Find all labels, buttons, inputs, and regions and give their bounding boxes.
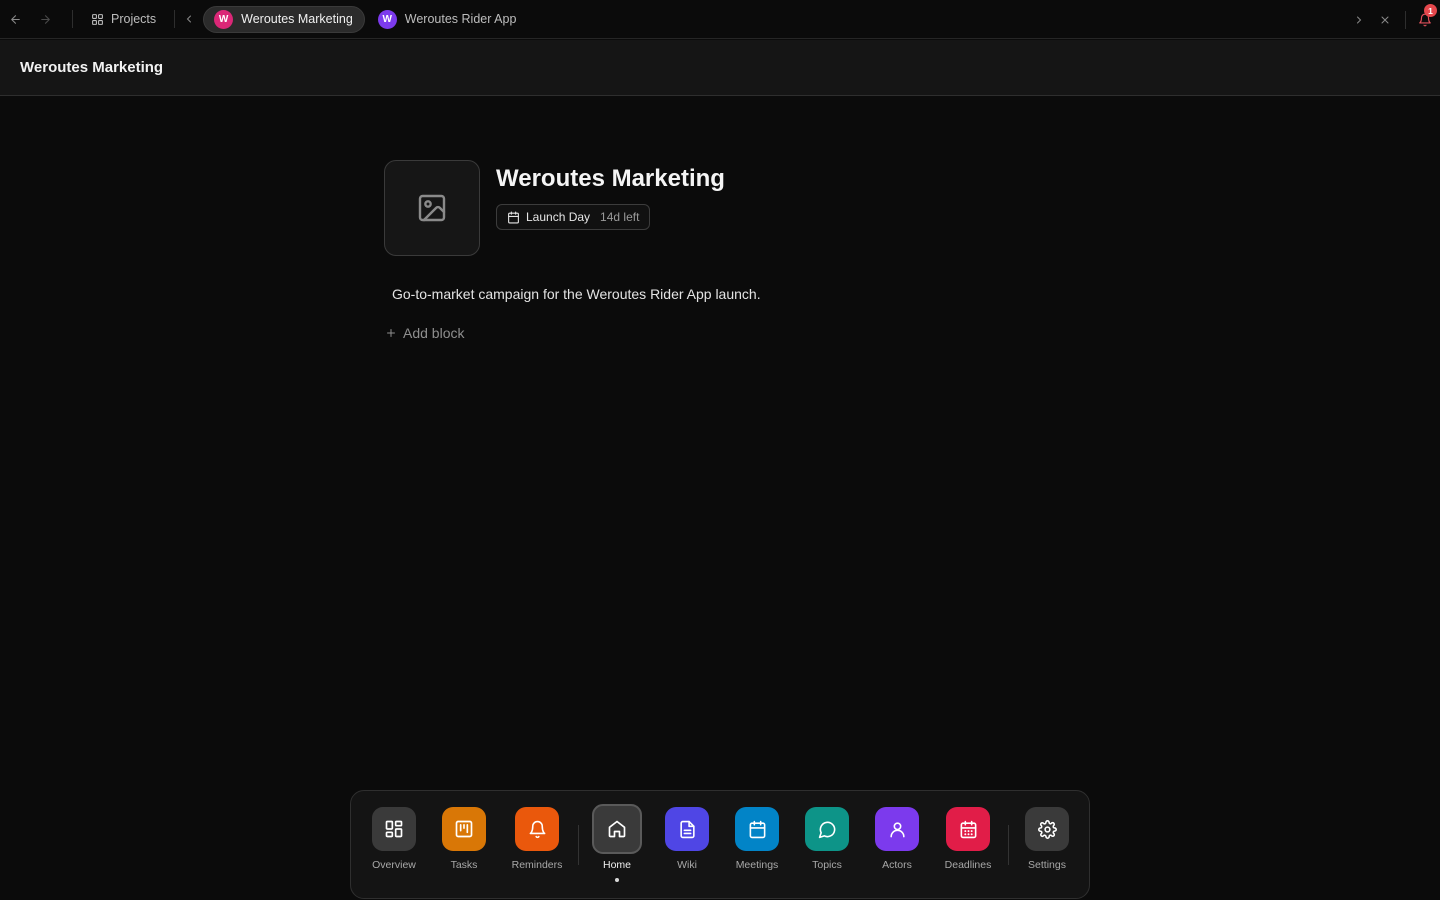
notifications-button[interactable]: 1 [1410,0,1440,39]
active-indicator [615,878,619,882]
add-block-label: Add block [403,325,465,341]
calendar-icon [508,211,519,223]
dock-label: Overview [372,859,416,871]
tab-bar: Projects W Weroutes Marketing W Weroutes… [0,0,1440,39]
close-tab-button[interactable] [1373,0,1397,39]
projects-button[interactable]: Projects [81,6,166,32]
project-image-placeholder[interactable] [384,160,480,256]
close-icon [1381,16,1389,23]
chevron-left-icon [186,15,192,23]
gear-icon [1037,819,1057,839]
dock-label: Reminders [511,859,563,871]
dock-item-topics[interactable]: Topics [792,807,862,871]
dock-label: Settings [1028,859,1066,871]
bell-icon [529,820,545,838]
tab-weroutes-rider-app[interactable]: W Weroutes Rider App [368,6,528,33]
chat-bubble-icon [818,821,835,838]
dock-item-settings[interactable]: Settings [1012,807,1082,871]
dock-item-home[interactable]: Home [582,804,652,882]
dock-item-actors[interactable]: Actors [862,807,932,871]
tab-label: Weroutes Rider App [404,12,517,26]
milestone-label: Launch Day [526,210,591,224]
projects-label: Projects [111,12,157,26]
divider [72,10,73,28]
dock-item-deadlines[interactable]: Deadlines [933,807,1003,871]
back-button[interactable] [0,0,30,39]
dock-divider [578,825,579,865]
tab-weroutes-marketing[interactable]: W Weroutes Marketing [203,5,365,33]
divider [1405,10,1406,29]
page-title: Weroutes Marketing [20,59,164,76]
dock-label: Actors [882,859,912,871]
dock-item-wiki[interactable]: Wiki [652,807,722,871]
user-icon [889,821,905,837]
project-description[interactable]: Go-to-market campaign for the Weroutes R… [392,286,761,302]
plus-icon [387,329,395,337]
document-icon [679,820,695,838]
page-header: Weroutes Marketing [0,40,1440,96]
milestone-badge[interactable]: Launch Day 14d left [496,204,651,230]
dock-label: Deadlines [944,859,992,871]
avatar: W [377,9,397,29]
dock-label: Tasks [450,859,478,871]
forward-button[interactable] [30,0,60,39]
dock-label: Wiki [677,859,697,871]
kanban-icon [455,820,473,838]
chevron-right-icon [1357,16,1362,23]
dock-item-tasks[interactable]: Tasks [429,807,499,871]
app-dock: Overview Tasks Reminders Home Wiki Meeti… [350,790,1090,899]
dock-label: Meetings [735,859,779,871]
project-title[interactable]: Weroutes Marketing [496,165,725,193]
milestone-remaining: 14d left [600,210,640,224]
avatar: W [214,9,234,29]
dock-item-meetings[interactable]: Meetings [722,807,792,871]
add-block-button[interactable]: Add block [385,325,464,341]
tabs-scroll-left-button[interactable] [175,0,203,39]
dock-label: Topics [812,859,842,871]
dock-label: Home [602,859,631,871]
notification-count-badge: 1 [1424,4,1437,17]
home-icon [608,820,626,838]
arrow-left-icon [10,14,20,24]
dock-item-reminders[interactable]: Reminders [502,807,572,871]
tab-label: Weroutes Marketing [241,12,353,26]
calendar-grid-icon [960,820,976,838]
dock-divider [1008,825,1009,865]
grid-icon [385,820,403,838]
dock-item-overview[interactable]: Overview [359,807,429,871]
arrow-right-icon [40,14,50,24]
tabs-scroll-right-button[interactable] [1345,0,1373,39]
image-placeholder-icon [418,194,446,222]
calendar-icon [749,820,765,838]
grid-icon [92,13,103,25]
